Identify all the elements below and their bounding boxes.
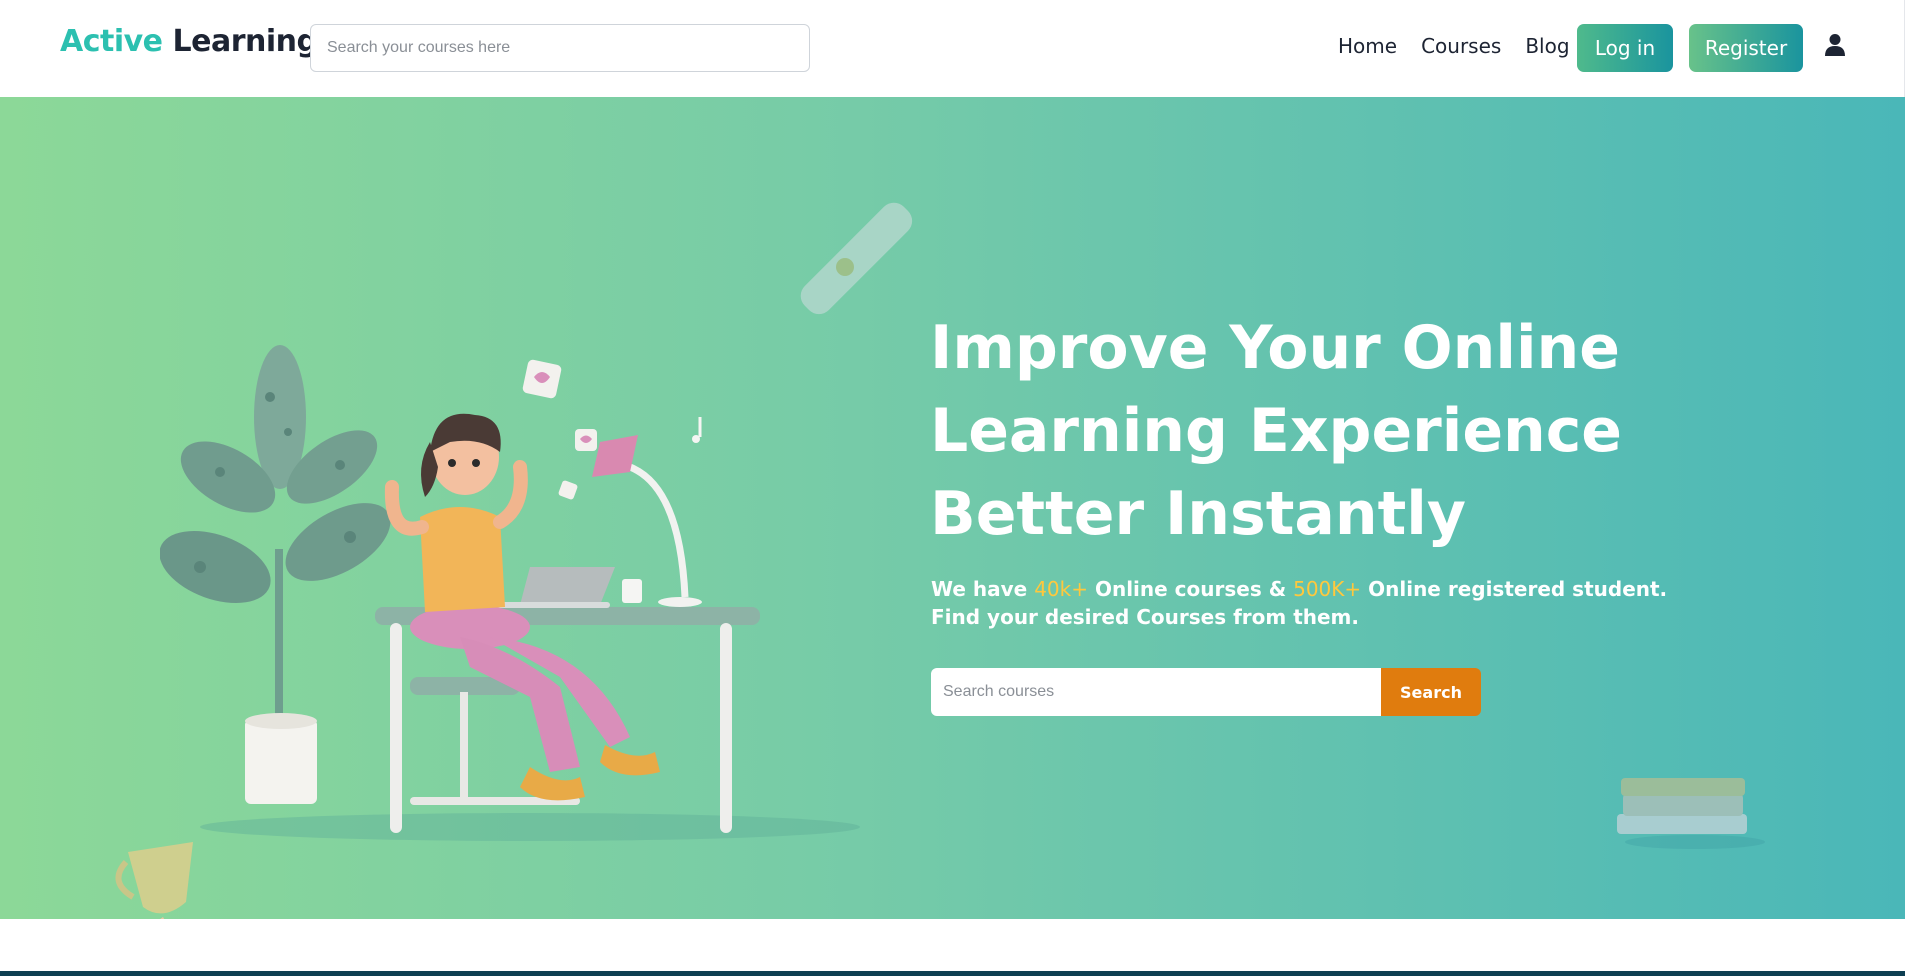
top-navbar: Active Learning Home Courses Blog Log in… <box>0 0 1905 97</box>
courses-count-highlight: 40k+ <box>1034 577 1088 601</box>
hero-heading-line-1: Improve Your Online <box>930 313 1620 383</box>
hero-section: Improve Your Online Learning Experience … <box>0 97 1905 919</box>
brand-logo[interactable]: Active Learning <box>60 24 318 59</box>
next-section-top <box>0 919 1905 976</box>
trophy-icon <box>115 842 193 919</box>
student-desk-illustration <box>160 345 860 841</box>
diploma-scroll-icon <box>800 202 913 315</box>
students-count-highlight: 500K+ <box>1293 577 1362 601</box>
user-icon[interactable] <box>1824 33 1846 57</box>
hero-search-bar: Search <box>931 668 1481 716</box>
nav-link-blog[interactable]: Blog <box>1525 34 1569 58</box>
hero-heading-line-3: Better Instantly <box>930 479 1466 549</box>
plant-icon <box>160 345 391 804</box>
hero-subtitle: We have 40k+ Online courses & 500K+ Onli… <box>931 575 1701 631</box>
nav-link-courses[interactable]: Courses <box>1421 34 1501 58</box>
hero-heading-line-2: Learning Experience <box>930 396 1622 466</box>
main-nav: Home Courses Blog <box>1338 34 1570 58</box>
hero-sub-text-1: We have <box>931 577 1035 601</box>
nav-link-home[interactable]: Home <box>1338 34 1397 58</box>
books-stack-icon <box>1617 778 1765 849</box>
register-button[interactable]: Register <box>1689 24 1803 72</box>
brand-part-learning: Learning <box>172 24 318 59</box>
footer-edge <box>0 971 1905 976</box>
hero-search-input[interactable] <box>931 668 1381 716</box>
header-search-input[interactable] <box>310 24 810 72</box>
login-button[interactable]: Log in <box>1577 24 1673 72</box>
hero-heading: Improve Your Online Learning Experience … <box>930 307 1730 556</box>
hero-search-button[interactable]: Search <box>1381 668 1481 716</box>
brand-part-active: Active <box>60 24 163 59</box>
hero-sub-text-2: Online courses & <box>1087 577 1294 601</box>
